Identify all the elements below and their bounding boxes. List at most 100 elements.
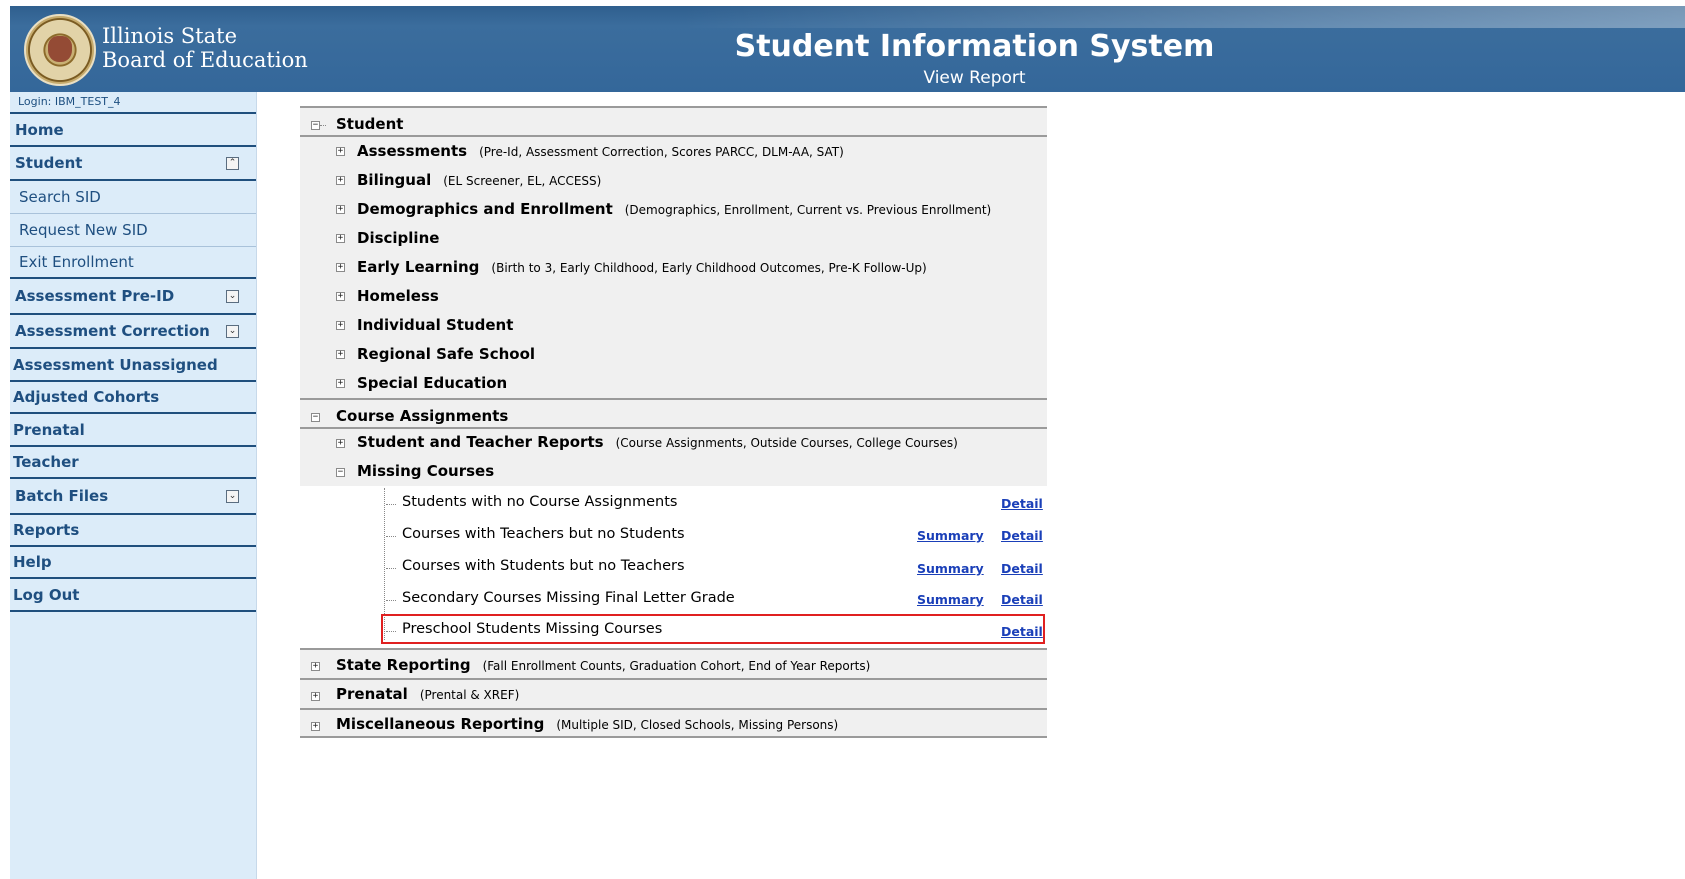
tree-node-misc-reporting[interactable]: Miscellaneous Reporting (Multiple SID, Cl… xyxy=(336,715,838,733)
expand-icon[interactable]: + xyxy=(336,350,345,359)
tree-node-student[interactable]: Student xyxy=(336,115,403,133)
tree-node-course-assignments[interactable]: Course Assignments xyxy=(336,407,508,425)
node-label: State Reporting xyxy=(336,656,471,674)
tree-connector xyxy=(386,536,396,538)
sidebar-item-exit-enrollment[interactable]: Exit Enrollment xyxy=(10,247,256,279)
detail-link[interactable]: Detail xyxy=(1001,496,1043,511)
node-hint: (Pre-Id, Assessment Correction, Scores P… xyxy=(479,145,844,159)
sidebar-item-label: Batch Files xyxy=(15,487,109,505)
expand-icon[interactable]: ⌄ xyxy=(226,489,239,503)
node-hint: (Fall Enrollment Counts, Graduation Coho… xyxy=(482,659,871,673)
node-label: Early Learning xyxy=(357,258,480,276)
collapse-icon[interactable]: − xyxy=(311,413,320,422)
sidebar-item-student[interactable]: Student ⌃ xyxy=(10,147,256,181)
sidebar-item-label: Exit Enrollment xyxy=(19,253,134,271)
report-secondary-missing-letter-grade: Secondary Courses Missing Final Letter G… xyxy=(402,590,735,606)
tree-node-bilingual[interactable]: Bilingual (EL Screener, EL, ACCESS) xyxy=(357,171,601,189)
sidebar-item-adjusted-cohorts[interactable]: Adjusted Cohorts xyxy=(10,382,256,414)
tree-node-early-learning[interactable]: Early Learning (Birth to 3, Early Childho… xyxy=(357,258,927,276)
sidebar-item-label: Assessment Correction xyxy=(15,322,210,340)
divider xyxy=(300,427,1047,429)
tree-node-demographics-enrollment[interactable]: Demographics and Enrollment (Demographics… xyxy=(357,200,991,218)
tree-node-prenatal[interactable]: Prenatal (Prental & XREF) xyxy=(336,685,519,703)
node-label: Homeless xyxy=(357,287,439,305)
node-label: Bilingual xyxy=(357,171,432,189)
node-label: Special Education xyxy=(357,374,508,392)
sidebar-item-label: Assessment Pre-ID xyxy=(15,287,175,305)
expand-icon[interactable]: + xyxy=(336,147,345,156)
sidebar-item-teacher[interactable]: Teacher xyxy=(10,447,256,479)
node-hint: (Course Assignments, Outside Courses, Co… xyxy=(615,436,958,450)
page-title: Student Information System xyxy=(734,29,1215,64)
expand-icon[interactable]: + xyxy=(336,292,345,301)
sidebar-item-home[interactable]: Home xyxy=(10,114,256,147)
expand-icon[interactable]: ⌄ xyxy=(226,289,239,303)
sidebar-item-request-new-sid[interactable]: Request New SID xyxy=(10,214,256,247)
tree-node-assessments[interactable]: Assessments (Pre-Id, Assessment Correctio… xyxy=(357,142,844,160)
sidebar-item-assessment-correction[interactable]: Assessment Correction ⌄ xyxy=(10,315,256,349)
tree-node-discipline[interactable]: Discipline xyxy=(357,229,439,247)
sidebar-item-search-sid[interactable]: Search SID xyxy=(10,181,256,214)
tree-connector xyxy=(386,600,396,602)
page-subtitle: View Report xyxy=(923,68,1026,88)
tree-node-individual-student[interactable]: Individual Student xyxy=(357,316,513,334)
sidebar-item-label: Adjusted Cohorts xyxy=(13,388,160,406)
collapse-icon[interactable]: − xyxy=(311,121,320,130)
login-label: Login: IBM_TEST_4 xyxy=(10,92,256,114)
collapse-icon[interactable]: − xyxy=(336,468,345,477)
expand-icon[interactable]: + xyxy=(311,662,320,671)
node-label: Student and Teacher Reports xyxy=(357,433,604,451)
node-label: Prenatal xyxy=(336,685,408,703)
tree-connector xyxy=(386,631,396,633)
detail-link[interactable]: Detail xyxy=(1001,528,1043,543)
expand-icon[interactable]: + xyxy=(336,321,345,330)
sidebar-item-label: Help xyxy=(13,553,52,571)
sidebar-item-label: Student xyxy=(15,154,83,172)
node-label: Discipline xyxy=(357,229,440,247)
node-hint: (Prental & XREF) xyxy=(419,688,520,702)
expand-icon[interactable]: + xyxy=(336,263,345,272)
node-label: Miscellaneous Reporting xyxy=(336,715,545,733)
tree-node-missing-courses[interactable]: Missing Courses xyxy=(357,462,494,480)
node-label: Demographics and Enrollment xyxy=(357,200,613,218)
sidebar-nav: Login: IBM_TEST_4 Home Student ⌃ Search S… xyxy=(10,92,257,879)
sidebar-item-reports[interactable]: Reports xyxy=(10,515,256,547)
collapse-icon[interactable]: ⌃ xyxy=(226,156,239,170)
tree-node-regional-safe-school[interactable]: Regional Safe School xyxy=(357,345,535,363)
node-hint: (Birth to 3, Early Childhood, Early Chil… xyxy=(491,261,927,275)
report-preschool-missing-courses: Preschool Students Missing Courses xyxy=(402,621,663,637)
divider xyxy=(300,135,1047,137)
tree-node-homeless[interactable]: Homeless xyxy=(357,287,439,305)
expand-icon[interactable]: ⌄ xyxy=(226,324,239,338)
tree-connector xyxy=(386,568,396,570)
summary-link[interactable]: Summary xyxy=(917,561,984,576)
expand-icon[interactable]: + xyxy=(336,205,345,214)
node-hint: (Demographics, Enrollment, Current vs. P… xyxy=(624,203,992,217)
sidebar-item-help[interactable]: Help xyxy=(10,547,256,579)
expand-icon[interactable]: + xyxy=(336,176,345,185)
tree-connector xyxy=(320,125,326,127)
site-header: Illinois State Board of Education Studen… xyxy=(10,6,1685,92)
expand-icon[interactable]: + xyxy=(311,722,320,731)
tree-node-special-education[interactable]: Special Education xyxy=(357,374,507,392)
expand-icon[interactable]: + xyxy=(336,379,345,388)
expand-icon[interactable]: + xyxy=(336,234,345,243)
summary-link[interactable]: Summary xyxy=(917,592,984,607)
sidebar-item-batch-files[interactable]: Batch Files ⌄ xyxy=(10,479,256,515)
expand-icon[interactable]: + xyxy=(311,692,320,701)
detail-link[interactable]: Detail xyxy=(1001,561,1043,576)
sidebar-item-label: Log Out xyxy=(13,585,80,604)
tree-node-student-teacher-reports[interactable]: Student and Teacher Reports (Course Assig… xyxy=(357,433,958,451)
sidebar-item-log-out[interactable]: Log Out xyxy=(10,579,256,612)
tree-node-state-reporting[interactable]: State Reporting (Fall Enrollment Counts, … xyxy=(336,656,870,674)
detail-link[interactable]: Detail xyxy=(1001,624,1043,639)
sidebar-item-assessment-unassigned[interactable]: Assessment Unassigned xyxy=(10,349,256,382)
sidebar-item-assessment-pre-id[interactable]: Assessment Pre-ID ⌄ xyxy=(10,279,256,315)
sidebar-item-prenatal[interactable]: Prenatal xyxy=(10,414,256,447)
report-students-no-course-assignments: Students with no Course Assignments xyxy=(402,494,678,510)
expand-icon[interactable]: + xyxy=(336,439,345,448)
tree-connector xyxy=(386,504,396,506)
sidebar-item-label: Search SID xyxy=(19,188,101,206)
summary-link[interactable]: Summary xyxy=(917,528,984,543)
detail-link[interactable]: Detail xyxy=(1001,592,1043,607)
